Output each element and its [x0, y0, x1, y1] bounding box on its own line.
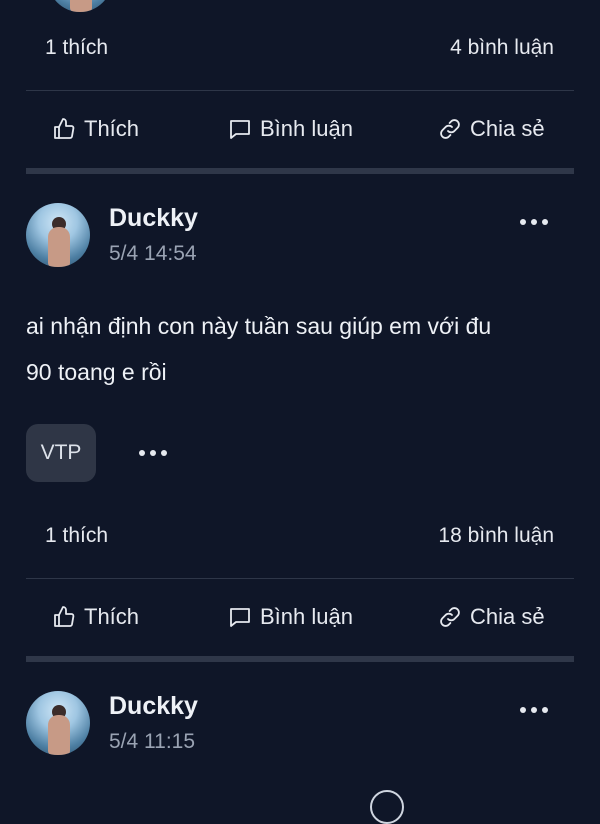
like-button[interactable]: Thích [52, 116, 139, 142]
like-button[interactable]: Thích [52, 604, 139, 630]
share-button[interactable]: Chia sẻ [438, 604, 545, 630]
comment-count[interactable]: 4 bình luận [450, 36, 554, 60]
post-time: 5/4 14:54 [109, 242, 197, 265]
comment-icon [230, 120, 250, 139]
avatar[interactable] [26, 691, 90, 755]
avatar[interactable] [26, 203, 90, 267]
avatar-partial[interactable] [48, 0, 112, 12]
more-tags-icon[interactable] [139, 450, 167, 456]
divider [26, 578, 574, 579]
comment-button[interactable]: Bình luận [228, 604, 353, 630]
partial-circle-icon[interactable] [370, 790, 404, 824]
like-count[interactable]: 1 thích [45, 524, 108, 548]
comment-label: Bình luận [260, 116, 353, 141]
post-separator [26, 656, 574, 662]
author-name[interactable]: Duckky [109, 692, 198, 721]
more-options-icon[interactable] [520, 219, 548, 225]
post-separator [26, 168, 574, 174]
thumbs-up-icon [54, 118, 75, 139]
link-icon [440, 119, 460, 139]
comment-label: Bình luận [260, 604, 353, 629]
more-options-icon[interactable] [520, 707, 548, 713]
post-content-line: 90 toang e rồi [26, 359, 167, 385]
like-label: Thích [84, 604, 140, 629]
comment-count[interactable]: 18 bình luận [438, 524, 554, 548]
divider [26, 90, 574, 91]
ticker-tag[interactable]: VTP [26, 424, 96, 482]
post-time: 5/4 11:15 [109, 730, 196, 753]
share-label: Chia sẻ [470, 116, 545, 141]
post-content: ai nhận định con này tuần sau giúp em vớ… [26, 303, 586, 395]
comment-icon [230, 608, 250, 627]
share-button[interactable]: Chia sẻ [438, 116, 545, 142]
like-label: Thích [84, 116, 140, 141]
like-count[interactable]: 1 thích [45, 36, 108, 60]
comment-button[interactable]: Bình luận [228, 116, 353, 142]
thumbs-up-icon [54, 606, 75, 627]
post-content-line: ai nhận định con này tuần sau giúp em vớ… [26, 313, 492, 339]
link-icon [440, 607, 460, 627]
author-name[interactable]: Duckky [109, 204, 198, 233]
share-label: Chia sẻ [470, 604, 545, 629]
